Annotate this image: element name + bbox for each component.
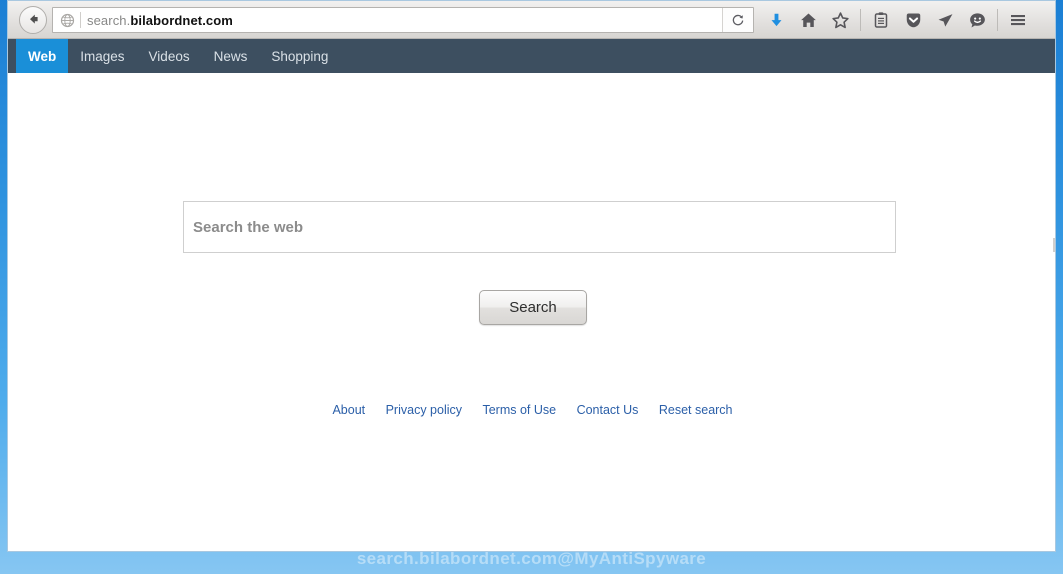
footer-link-about[interactable]: About [332, 403, 365, 417]
footer-link-terms-of-use[interactable]: Terms of Use [482, 403, 556, 417]
page-content: Search About Privacy policy Terms of Use… [8, 73, 1055, 551]
footer-link-contact-us[interactable]: Contact Us [577, 403, 639, 417]
footer-link-privacy-policy[interactable]: Privacy policy [386, 403, 462, 417]
site-nav-items: Web Images Videos News Shopping [8, 39, 1055, 73]
nav-tab-web[interactable]: Web [16, 39, 69, 73]
toolbar-divider [860, 9, 861, 31]
back-arrow-icon [30, 14, 38, 24]
nav-tab-shopping[interactable]: Shopping [259, 39, 340, 73]
footer-link-reset-search[interactable]: Reset search [659, 403, 733, 417]
url-domain: bilabordnet.com [130, 12, 233, 28]
watermark-text: search.bilabordnet.com@MyAntiSpyware [356, 549, 707, 568]
page-scrollbar[interactable] [1053, 238, 1055, 252]
back-button[interactable] [19, 6, 47, 34]
search-input[interactable] [184, 218, 895, 236]
toolbar-divider-2 [997, 9, 998, 31]
browser-toolbar: search.bilabordnet.com [8, 1, 1055, 39]
pocket-icon[interactable] [897, 1, 929, 39]
reload-button[interactable] [722, 8, 753, 32]
reload-icon [732, 14, 744, 26]
url-prefix: search. [87, 12, 131, 28]
download-icon[interactable] [760, 1, 792, 39]
nav-tab-videos[interactable]: Videos [137, 39, 202, 73]
url-bar[interactable]: search.bilabordnet.com [52, 7, 754, 33]
nav-tab-news[interactable]: News [202, 39, 260, 73]
window-frame: search.bilabordnet.com Web Images Videos… [0, 0, 1063, 574]
hamburger-menu-icon[interactable] [1002, 1, 1034, 39]
globe-icon [56, 13, 78, 28]
url-text: search.bilabordnet.com [87, 13, 722, 28]
browser-window: search.bilabordnet.com Web Images Videos… [7, 0, 1056, 552]
bookmark-star-icon[interactable] [824, 1, 856, 39]
home-icon[interactable] [792, 1, 824, 39]
reader-list-icon[interactable] [865, 1, 897, 39]
footer-links: About Privacy policy Terms of Use Contac… [8, 401, 1055, 419]
nav-tab-images[interactable]: Images [68, 39, 136, 73]
search-button[interactable]: Search [479, 290, 587, 325]
site-nav-bar: Web Images Videos News Shopping [8, 39, 1055, 73]
search-box[interactable] [183, 201, 896, 253]
url-separator [80, 12, 81, 28]
send-icon[interactable] [929, 1, 961, 39]
feedback-smiley-icon[interactable] [961, 1, 993, 39]
toolbar-icon-group [760, 1, 1034, 39]
